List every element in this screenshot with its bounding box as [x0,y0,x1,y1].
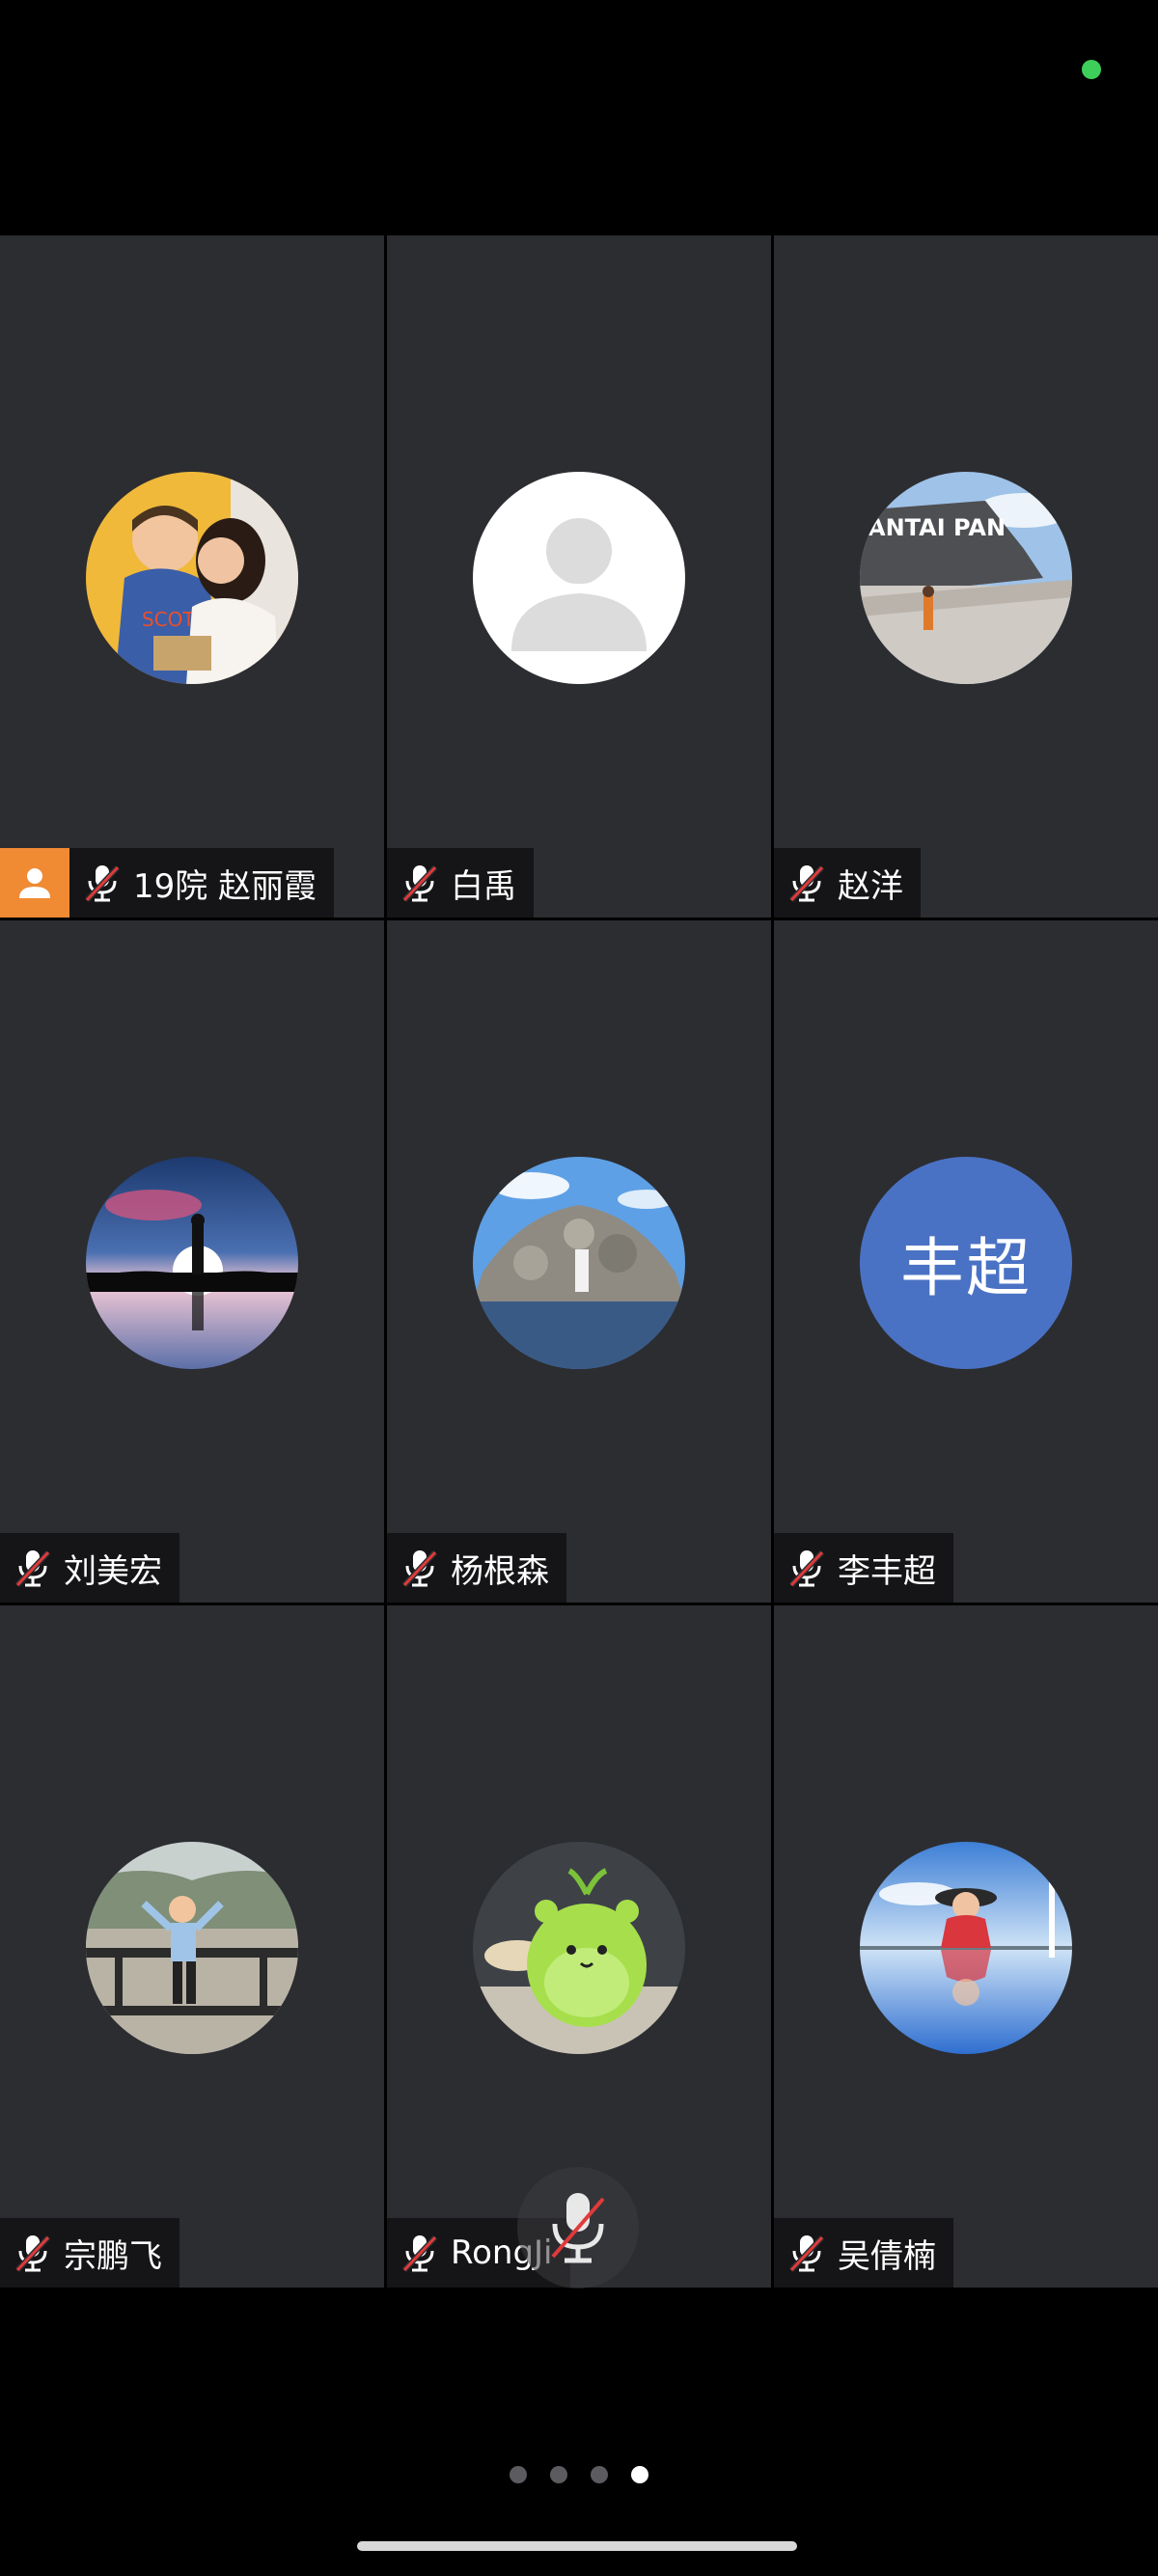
name-tag: 19院 赵丽霞 [69,848,335,918]
text-avatar: 丰超 [860,1157,1072,1369]
default-person-avatar [473,472,685,684]
mic-muted-icon [551,2193,605,2263]
page-dot[interactable] [591,2466,608,2483]
participant-name-bar: 赵洋 [774,848,921,918]
connection-status-indicator [1082,60,1101,79]
host-icon [0,848,69,918]
name-tag: 李丰超 [774,1533,953,1603]
participant-tile[interactable]: 杨根森 [387,920,771,1603]
page-dot[interactable] [550,2466,567,2483]
participant-tile[interactable]: 丰超 李丰超 [774,920,1158,1603]
home-indicator[interactable] [357,2541,797,2551]
mic-muted-icon [401,2234,438,2273]
svg-text:ANTAI PAN: ANTAI PAN [868,514,1006,541]
participant-name: 李丰超 [838,1551,936,1591]
name-tag: 赵洋 [774,848,921,918]
participant-avatar [86,1157,298,1369]
participant-avatar [473,1842,685,2054]
name-tag: 白禹 [387,848,534,918]
mic-muted-icon [14,2234,51,2273]
participant-name-bar: 刘美宏 [0,1533,179,1603]
participant-tile[interactable]: ANTAI PAN 赵洋 [774,235,1158,918]
participant-avatar [473,1157,685,1369]
mic-muted-icon [84,864,121,903]
participant-name: 19院 赵丽霞 [133,866,317,906]
name-tag: 刘美宏 [0,1533,179,1603]
name-tag: 吴倩楠 [774,2218,953,2288]
participant-name-bar: 吴倩楠 [774,2218,953,2288]
participant-tile[interactable]: 白禹 [387,235,771,918]
page-dot[interactable] [510,2466,527,2483]
microphone-toggle-button[interactable] [517,2167,639,2288]
name-tag: 宗鹏飞 [0,2218,179,2288]
mic-muted-icon [788,2234,825,2273]
participant-tile[interactable]: 吴倩楠 [774,1605,1158,2288]
participant-name-bar: 19院 赵丽霞 [0,848,335,918]
participant-name-bar: 宗鹏飞 [0,2218,179,2288]
svg-text:SCOT: SCOT [142,608,195,631]
participant-avatar [860,1842,1072,2054]
page-dot-active[interactable] [631,2466,648,2483]
participant-grid: SCOT 19院 赵丽霞 白禹 ANTAI PAN 赵洋 刘美宏 杨根森 丰超 … [0,235,1158,2290]
page-indicator [0,2466,1158,2483]
participant-name-bar: 杨根森 [387,1533,566,1603]
participant-tile[interactable]: 宗鹏飞 [0,1605,384,2288]
participant-name: 吴倩楠 [838,2236,936,2276]
participant-name-bar: 李丰超 [774,1533,953,1603]
participant-tile[interactable]: 刘美宏 [0,920,384,1603]
participant-name: 宗鹏飞 [64,2236,162,2276]
mic-muted-icon [401,1549,438,1588]
mic-muted-icon [14,1549,51,1588]
participant-avatar: ANTAI PAN [860,472,1072,684]
participant-name: 白禹 [451,866,516,906]
participant-name: 刘美宏 [64,1551,162,1591]
participant-avatar: SCOT [86,472,298,684]
mic-muted-icon [788,1549,825,1588]
name-tag: 杨根森 [387,1533,566,1603]
participant-avatar [86,1842,298,2054]
participant-tile[interactable]: SCOT 19院 赵丽霞 [0,235,384,918]
participant-name-bar: 白禹 [387,848,534,918]
mic-muted-icon [401,864,438,903]
participant-name: 赵洋 [838,866,903,906]
participant-name: 杨根森 [451,1551,549,1591]
mic-muted-icon [788,864,825,903]
